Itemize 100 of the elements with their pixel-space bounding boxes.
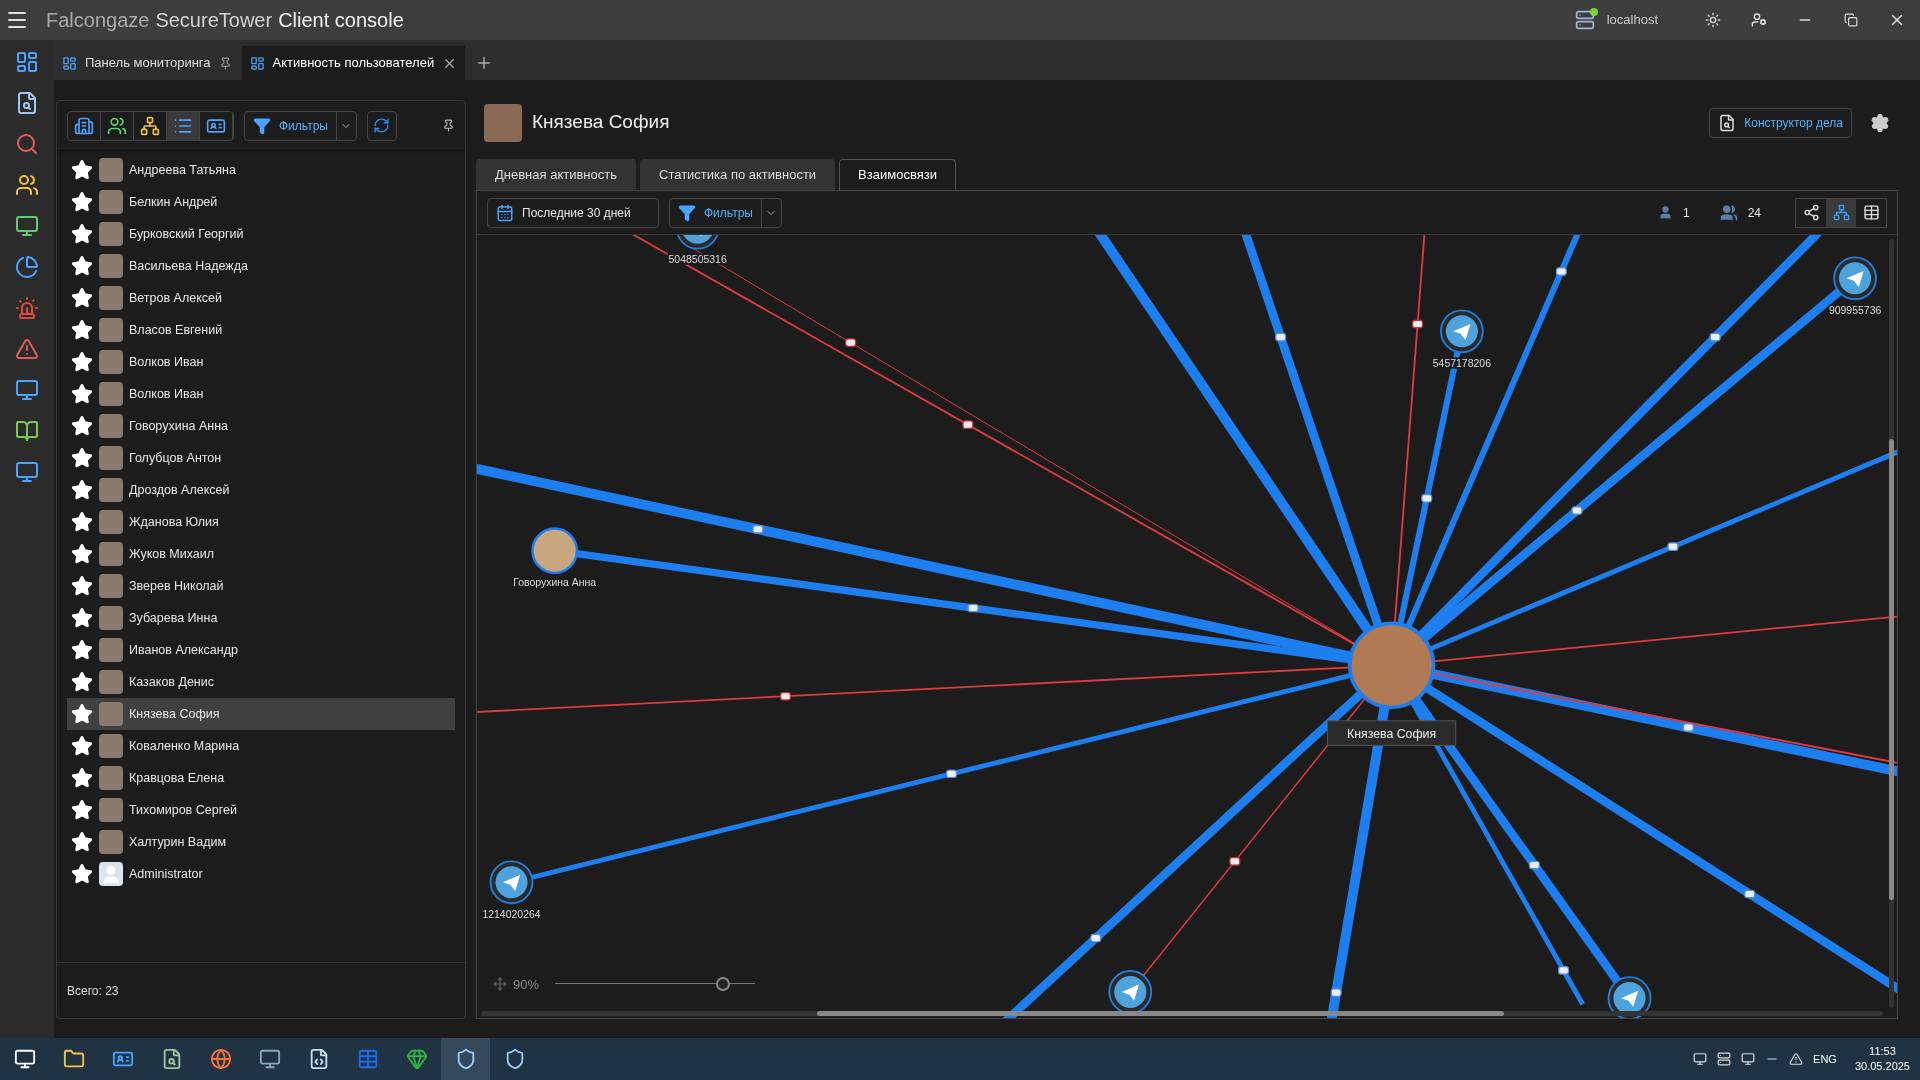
user-row[interactable]: Андреева Татьяна xyxy=(67,154,455,186)
avatar-placeholder xyxy=(99,222,123,246)
user-row[interactable]: Бурковский Георгий xyxy=(67,218,455,250)
module-icon[interactable] xyxy=(14,294,40,322)
user-row[interactable]: Власов Евгений xyxy=(67,314,455,346)
star-icon[interactable] xyxy=(71,575,93,597)
clock-date: 30.05.2025 xyxy=(1854,1059,1910,1074)
document-tab[interactable]: Активность пользователей xyxy=(241,46,466,80)
star-icon[interactable] xyxy=(71,287,93,309)
user-row[interactable]: Князева София xyxy=(67,698,455,730)
user-row[interactable]: Коваленко Марина xyxy=(67,730,455,762)
tray-icon[interactable] xyxy=(1717,1052,1732,1066)
star-icon[interactable] xyxy=(71,383,93,405)
pin-icon[interactable] xyxy=(442,119,455,132)
tray-icon[interactable] xyxy=(1789,1052,1804,1066)
message-icon xyxy=(1090,933,1102,943)
star-icon[interactable] xyxy=(71,543,93,565)
telegram-icon xyxy=(1440,309,1484,354)
star-icon[interactable] xyxy=(71,671,93,693)
user-row[interactable]: Жуков Михаил xyxy=(67,538,455,570)
tray-icon[interactable] xyxy=(1741,1052,1756,1066)
zoom-slider[interactable] xyxy=(555,977,756,992)
user-row[interactable]: Кравцова Елена xyxy=(67,762,455,794)
refresh-button[interactable] xyxy=(366,110,397,141)
star-icon[interactable] xyxy=(71,607,93,629)
star-icon[interactable] xyxy=(71,319,93,341)
message-icon xyxy=(1421,494,1433,503)
user-row[interactable]: Жданова Юлия xyxy=(67,506,455,538)
view-tab[interactable]: Дневная активность xyxy=(476,159,636,190)
user-name: Васильева Надежда xyxy=(129,257,248,275)
star-icon[interactable] xyxy=(71,415,93,437)
avatar-placeholder xyxy=(99,190,123,214)
node-label: 1214020264 xyxy=(482,909,541,920)
user-row[interactable]: Дроздов Алексей xyxy=(67,474,455,506)
language-indicator[interactable]: ENG xyxy=(1813,1050,1837,1068)
star-icon[interactable] xyxy=(71,703,93,725)
settings-icon[interactable] xyxy=(1870,112,1890,133)
horizontal-scrollbar[interactable] xyxy=(481,1011,1883,1016)
user-name: Говорухина Анна xyxy=(129,417,229,435)
avatar-placeholder xyxy=(99,574,123,598)
star-icon[interactable] xyxy=(71,191,93,213)
case-builder-button[interactable]: Конструктор дела xyxy=(1709,107,1852,138)
star-icon[interactable] xyxy=(71,799,93,821)
star-icon[interactable] xyxy=(71,863,93,885)
user-row[interactable]: Голубцов Антон xyxy=(67,442,455,474)
star-icon[interactable] xyxy=(71,479,93,501)
user-row[interactable]: Васильева Надежда xyxy=(67,250,455,282)
telegram-icon xyxy=(675,235,720,250)
user-name: Ветров Алексей xyxy=(129,289,222,307)
avatar-placeholder xyxy=(99,638,123,662)
vertical-scrollbar[interactable] xyxy=(1889,239,1894,1008)
group-icon xyxy=(1719,203,1738,222)
star-icon[interactable] xyxy=(71,255,93,277)
view-mode-button[interactable] xyxy=(167,111,200,140)
user-row[interactable]: Зверев Николай xyxy=(67,570,455,602)
view-tab[interactable]: Статистика по активности xyxy=(640,159,836,190)
module-icon[interactable] xyxy=(14,253,40,281)
user-row[interactable]: Administrator xyxy=(67,858,455,890)
user-row[interactable]: Говорухина Анна xyxy=(67,410,455,442)
pin-icon[interactable] xyxy=(218,56,232,70)
star-icon[interactable] xyxy=(71,831,93,853)
star-icon[interactable] xyxy=(71,351,93,373)
user-row[interactable]: Зубарева Инна xyxy=(67,602,455,634)
message-icon xyxy=(1229,857,1241,866)
user-row[interactable]: Халтурин Вадим xyxy=(67,826,455,858)
star-icon[interactable] xyxy=(71,511,93,533)
avatar-placeholder[interactable] xyxy=(531,527,579,575)
document-icon xyxy=(1718,113,1737,132)
clock-time: 11:53 xyxy=(1869,1044,1896,1059)
message-icon xyxy=(1275,332,1287,342)
user-name: Жданова Юлия xyxy=(129,513,219,531)
user-row[interactable]: Иванов Александр xyxy=(67,634,455,666)
avatar-placeholder[interactable] xyxy=(1347,621,1436,710)
view-tab[interactable]: Взаимосвязи xyxy=(839,159,956,190)
user-row[interactable]: Белкин Андрей xyxy=(67,186,455,218)
taskbar-app-icon[interactable] xyxy=(441,1038,490,1080)
center-node-label: Князева София xyxy=(1327,720,1457,746)
star-icon[interactable] xyxy=(71,223,93,245)
user-name: Кравцова Елена xyxy=(129,769,225,787)
star-icon[interactable] xyxy=(71,159,93,181)
star-icon[interactable] xyxy=(71,639,93,661)
tray-icon[interactable] xyxy=(1693,1052,1708,1066)
app-title: SecureTower xyxy=(155,8,273,33)
user-row[interactable]: Волков Иван xyxy=(67,378,455,410)
view-mode-icon xyxy=(107,115,127,136)
document-tab[interactable]: Панель мониторинга xyxy=(54,46,240,80)
groups-count: 24 xyxy=(1747,204,1761,222)
user-name: Халтурин Вадим xyxy=(129,833,227,851)
user-row[interactable]: Тихомиров Сергей xyxy=(67,794,455,826)
period-button[interactable]: Последние 30 дней xyxy=(487,197,659,228)
star-icon[interactable] xyxy=(71,447,93,469)
user-row[interactable]: Казаков Денис xyxy=(67,666,455,698)
user-name: Жуков Михаил xyxy=(129,545,215,563)
avatar-placeholder xyxy=(99,734,123,758)
user-row[interactable]: Ветров Алексей xyxy=(67,282,455,314)
star-icon[interactable] xyxy=(71,735,93,757)
star-icon[interactable] xyxy=(71,767,93,789)
message-icon xyxy=(1555,267,1567,276)
user-row[interactable]: Волков Иван xyxy=(67,346,455,378)
total-count: Всего: 23 xyxy=(67,982,119,1000)
